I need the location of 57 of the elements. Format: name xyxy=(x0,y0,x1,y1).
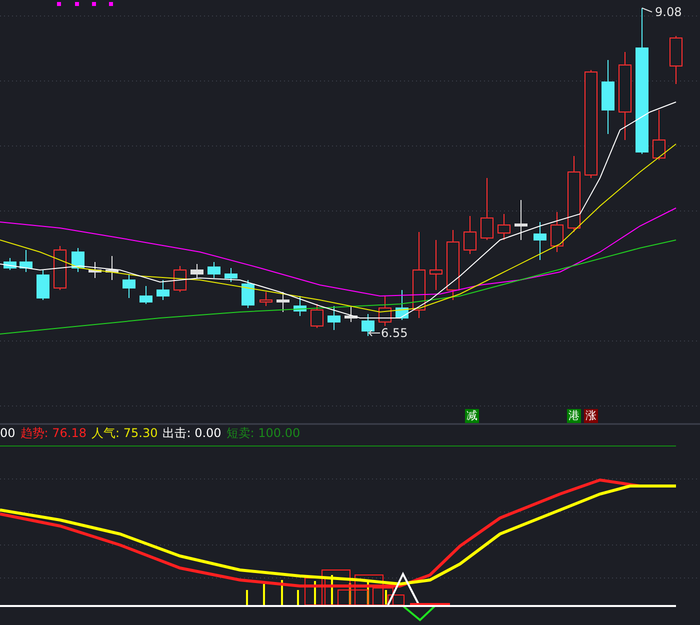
indicator-bar xyxy=(297,590,299,605)
indicator-bar xyxy=(246,590,248,605)
indicator-value: 短卖: 100.00 xyxy=(226,426,300,440)
indicator-bar xyxy=(314,581,316,605)
candlestick xyxy=(396,290,408,320)
signal-tag: 港 xyxy=(567,409,581,423)
candlestick xyxy=(190,264,204,278)
candlestick xyxy=(362,314,374,336)
indicator-bar xyxy=(281,580,283,605)
low-price-label: 6.55 xyxy=(381,326,408,340)
candlestick xyxy=(670,36,682,84)
candlestick xyxy=(140,286,152,304)
candlestick xyxy=(310,304,324,328)
candlestick xyxy=(54,246,66,290)
candlestick xyxy=(122,274,136,298)
indicator-value: 00 xyxy=(0,426,16,440)
candlestick xyxy=(106,256,118,280)
candlestick xyxy=(260,292,272,306)
candlestick xyxy=(224,268,238,282)
candlestick xyxy=(20,250,32,272)
indicator-box xyxy=(304,578,326,606)
candlestick xyxy=(344,306,358,322)
indicator-value: 人气: 75.30 xyxy=(92,426,158,440)
candlestick xyxy=(446,230,460,300)
candlestick xyxy=(174,266,186,292)
signal-tag: 涨 xyxy=(584,409,598,423)
arrow-icon xyxy=(368,330,380,336)
candlestick xyxy=(550,212,564,252)
candlestick xyxy=(514,200,528,240)
candlestick xyxy=(156,280,170,300)
candlestick xyxy=(464,216,476,254)
indicator-value: 出击: 0.00 xyxy=(162,426,222,440)
candlestick xyxy=(276,292,290,312)
candlestick xyxy=(4,258,16,270)
indicator-value: 趋势: 76.18 xyxy=(20,426,86,440)
indicator-bar xyxy=(349,583,351,605)
indicator-bar xyxy=(410,603,450,605)
candlestick xyxy=(430,240,442,290)
indicator-bar xyxy=(263,584,265,605)
candlestick xyxy=(480,178,494,240)
signal-tag: 减 xyxy=(465,409,479,423)
indicator-bar xyxy=(385,590,387,605)
indicator-bar xyxy=(367,580,369,605)
candlestick xyxy=(242,280,254,308)
indicator-bar xyxy=(331,575,333,605)
high-price-label: 9.08 xyxy=(655,5,682,19)
candlestick xyxy=(534,222,546,260)
candlestick xyxy=(294,296,306,316)
candlestick xyxy=(498,214,510,240)
candlestick xyxy=(328,306,340,330)
candlestick xyxy=(378,296,392,326)
marker-dots-drawing xyxy=(57,2,113,6)
candlestick xyxy=(208,262,220,278)
candlestick xyxy=(652,110,666,160)
candlestick xyxy=(88,262,102,278)
candlestick xyxy=(72,248,84,272)
candlestick xyxy=(36,270,50,300)
